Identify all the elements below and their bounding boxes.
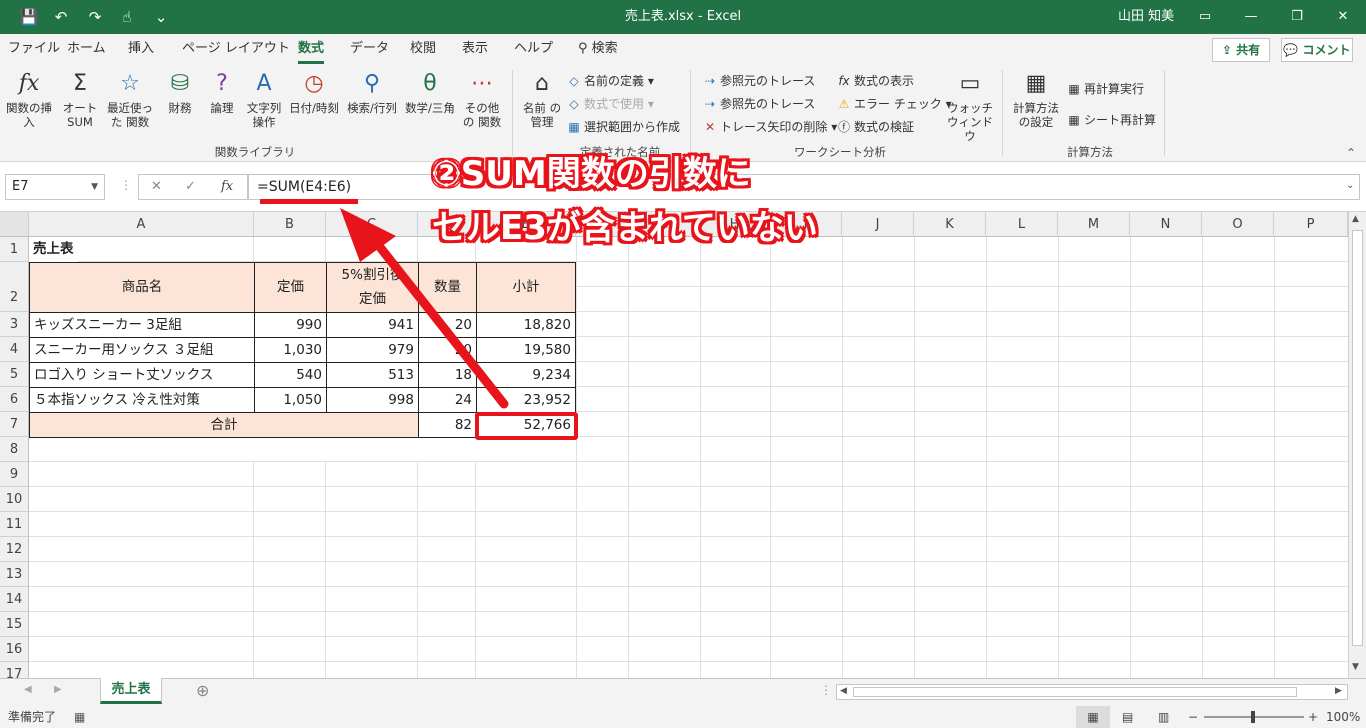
arrow-shaft (363, 227, 509, 409)
annotation-line-1: ②SUM関数の引数に (432, 154, 751, 194)
annotation-arrow (340, 208, 509, 409)
annotation-line-2: セルE3が含まれていない (432, 208, 818, 248)
